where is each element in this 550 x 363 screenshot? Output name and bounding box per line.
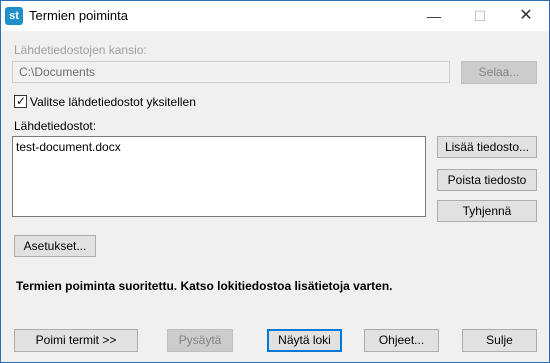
title-bar[interactable]: st Termien poiminta — ☐ ✕	[1, 1, 549, 31]
source-files-list[interactable]: test-document.docx	[12, 136, 426, 217]
list-item[interactable]: test-document.docx	[16, 140, 121, 154]
add-file-button[interactable]: Lisää tiedosto...	[437, 136, 537, 158]
remove-file-button[interactable]: Poista tiedosto	[437, 169, 537, 191]
show-log-button[interactable]: Näytä loki	[267, 329, 342, 352]
maximize-button[interactable]: ☐	[457, 1, 503, 31]
select-individually-checkbox[interactable]: ✓	[14, 94, 27, 108]
select-individually-label[interactable]: Valitse lähdetiedostot yksitellen	[30, 95, 196, 109]
app-icon: st	[5, 7, 23, 25]
source-files-label: Lähdetiedostot:	[14, 119, 97, 133]
dialog-window: st Termien poiminta — ☐ ✕ Lähdetiedostoj…	[0, 0, 550, 363]
clear-button[interactable]: Tyhjennä	[437, 200, 537, 222]
settings-button[interactable]: Asetukset...	[14, 235, 96, 257]
close-window-button[interactable]: ✕	[503, 1, 549, 31]
close-button[interactable]: Sulje	[462, 329, 537, 352]
source-folder-field[interactable]: C:\Documents	[12, 61, 450, 83]
browse-button[interactable]: Selaa...	[461, 61, 537, 84]
checkmark-icon: ✓	[16, 94, 27, 108]
extract-terms-button[interactable]: Poimi termit >>	[14, 329, 138, 352]
window-title: Termien poiminta	[29, 8, 128, 23]
source-folder-label: Lähdetiedostojen kansio:	[14, 43, 147, 57]
stop-button[interactable]: Pysäytä	[167, 329, 233, 352]
help-button[interactable]: Ohjeet...	[364, 329, 439, 352]
status-message: Termien poiminta suoritettu. Katso lokit…	[16, 279, 393, 293]
minimize-button[interactable]: —	[411, 1, 457, 31]
